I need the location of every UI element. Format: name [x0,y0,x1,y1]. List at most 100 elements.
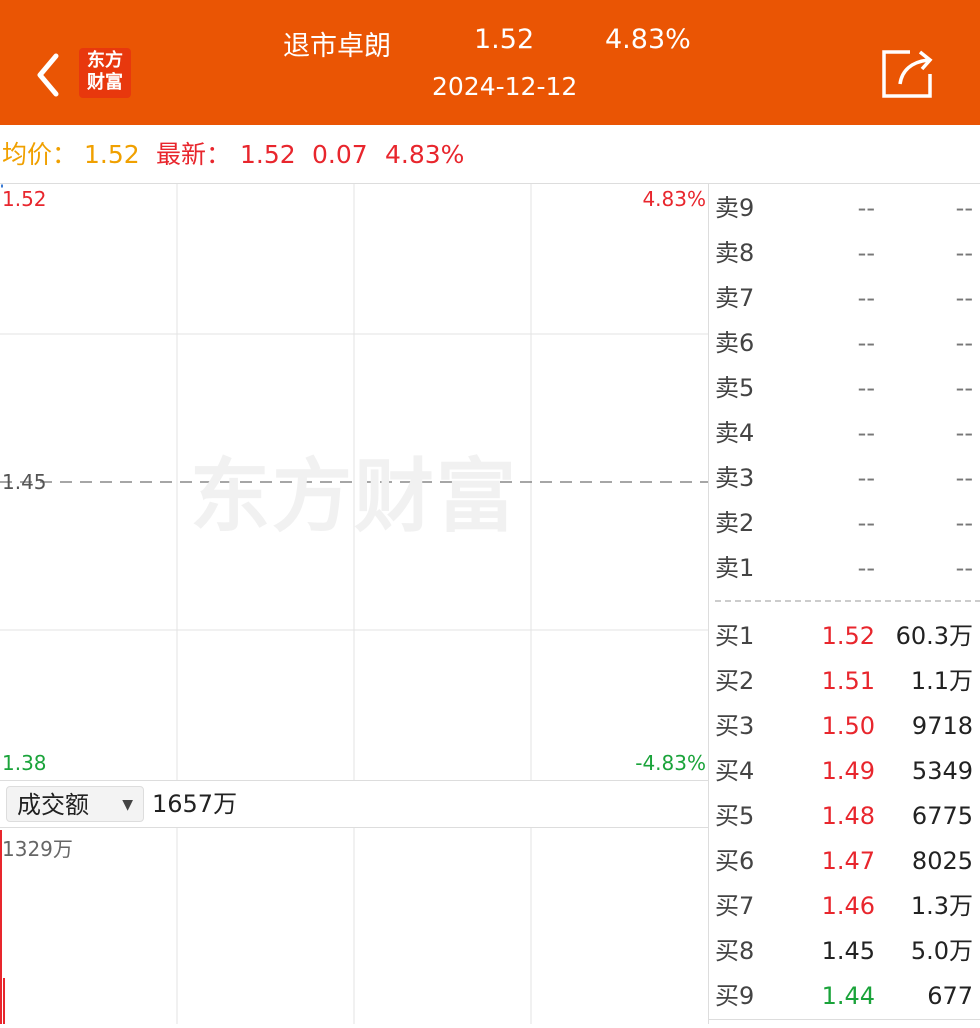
chart-mid-price: 1.45 [2,470,47,494]
avg-price-label: 均价： [2,140,78,169]
sell-order-row[interactable]: 卖4 -- -- [709,411,980,456]
sell-level-price: -- [857,554,875,582]
buy-level-volume: 1.3万 [910,892,973,920]
sell-level-volume: -- [955,464,973,492]
buy-level-label: 买3 [715,712,755,740]
sell-level-label: 卖6 [715,329,755,357]
volume-chart-grid [0,828,532,1024]
order-book: 卖9 -- -- 卖8 -- -- 卖7 -- -- 卖6 -- -- 卖5 -- -- 卖4 -- -- 卖3 --… [708,184,980,1024]
volume-total: 1657万 [152,790,238,818]
chart-bottom-price: 1.38 [2,751,47,775]
sell-level-volume: -- [955,554,973,582]
chart-top-price: 1.52 [2,187,47,211]
volume-chart[interactable] [0,828,708,1024]
change-value: 0.07 [312,140,368,169]
buy-order-row[interactable]: 买3 1.50 9718 [709,704,980,749]
share-icon[interactable] [880,48,936,100]
sell-level-label: 卖3 [715,464,755,492]
sell-level-price: -- [857,464,875,492]
sell-level-volume: -- [955,509,973,537]
buy-level-label: 买6 [715,847,755,875]
buy-level-volume: 1.1万 [910,667,973,695]
order-book-separator [715,600,980,602]
buy-order-row[interactable]: 买1 1.52 60.3万 [709,614,980,659]
sell-order-row[interactable]: 卖3 -- -- [709,456,980,501]
buy-order-row[interactable]: 买6 1.47 8025 [709,839,980,884]
buy-level-price: 1.51 [821,667,875,695]
header-date: 2024-12-12 [432,72,578,101]
sell-level-label: 卖8 [715,239,755,267]
price-info-bar: 均价： 1.52 最新： 1.52 0.07 4.83% [0,125,980,184]
sell-level-label: 卖5 [715,374,755,402]
sell-order-row[interactable]: 卖7 -- -- [709,276,980,321]
stock-name: 退市卓朗 [283,31,391,62]
buy-order-row[interactable]: 买2 1.51 1.1万 [709,659,980,704]
sell-level-volume: -- [955,329,973,357]
back-arrow-icon[interactable] [30,50,70,100]
buy-level-volume: 9718 [911,712,973,740]
buy-level-volume: 8025 [911,847,973,875]
buy-order-row[interactable]: 买4 1.49 5349 [709,749,980,794]
sell-level-label: 卖1 [715,554,755,582]
buy-level-volume: 677 [927,982,973,1010]
logo-line-2: 财富 [87,72,123,93]
volume-type-select[interactable]: 成交额 ▼ [6,786,144,822]
buy-level-label: 买9 [715,982,755,1010]
change-pct-value: 4.83% [385,140,465,169]
volume-max-label: 1329万 [2,837,73,861]
buy-level-price: 1.48 [821,802,875,830]
sell-level-volume: -- [955,419,973,447]
sell-level-price: -- [857,239,875,267]
top-header: 东方 财富 退市卓朗 1.52 4.83% 2024-12-12 [0,0,980,125]
buy-level-price: 1.45 [821,937,875,965]
intraday-price-chart[interactable]: 1.52 4.83% 1.45 1.38 -4.83% 东方财富 [0,184,708,780]
sell-level-price: -- [857,329,875,357]
latest-price-label: 最新： [156,140,232,169]
dropdown-triangle-icon: ▼ [122,797,133,813]
sell-order-row[interactable]: 卖2 -- -- [709,501,980,546]
sell-order-row[interactable]: 卖9 -- -- [709,186,980,231]
sell-order-row[interactable]: 卖5 -- -- [709,366,980,411]
sell-order-row[interactable]: 卖1 -- -- [709,546,980,591]
sell-level-volume: -- [955,284,973,312]
buy-order-row[interactable]: 买7 1.46 1.3万 [709,884,980,929]
header-change-pct: 4.83% [605,24,691,55]
buy-order-row[interactable]: 买9 1.44 677 [709,974,980,1019]
avg-price-value: 1.52 [84,140,140,169]
chart-bottom-pct: -4.83% [635,751,706,775]
sell-level-price: -- [857,194,875,222]
buy-level-label: 买2 [715,667,755,695]
chart-watermark: 东方财富 [190,450,518,543]
buy-level-label: 买5 [715,802,755,830]
sell-level-volume: -- [955,239,973,267]
sell-level-price: -- [857,419,875,447]
logo-line-1: 东方 [87,50,123,71]
sell-level-label: 卖2 [715,509,755,537]
sell-order-row[interactable]: 卖8 -- -- [709,231,980,276]
volume-bar-2 [3,978,5,1024]
buy-level-price: 1.47 [821,847,875,875]
buy-level-volume: 6775 [911,802,973,830]
buy-level-price: 1.50 [821,712,875,740]
volume-type-label: 成交额 [17,791,89,819]
order-book-bottom-line [709,1019,980,1020]
buy-level-price: 1.44 [821,982,875,1010]
sell-order-row[interactable]: 卖6 -- -- [709,321,980,366]
buy-level-label: 买4 [715,757,755,785]
sell-level-label: 卖9 [715,194,755,222]
buy-level-price: 1.49 [821,757,875,785]
buy-order-row[interactable]: 买5 1.48 6775 [709,794,980,839]
sell-level-volume: -- [955,194,973,222]
app-logo: 东方 财富 [79,48,131,98]
chart-top-pct: 4.83% [642,187,706,211]
buy-level-label: 买8 [715,937,755,965]
sell-level-label: 卖4 [715,419,755,447]
buy-level-volume: 5.0万 [910,937,973,965]
header-price: 1.52 [474,24,535,55]
buy-level-volume: 5349 [911,757,973,785]
buy-order-row[interactable]: 买8 1.45 5.0万 [709,929,980,974]
sell-level-price: -- [857,284,875,312]
sell-level-volume: -- [955,374,973,402]
buy-level-label: 买7 [715,892,755,920]
buy-level-volume: 60.3万 [895,622,973,650]
